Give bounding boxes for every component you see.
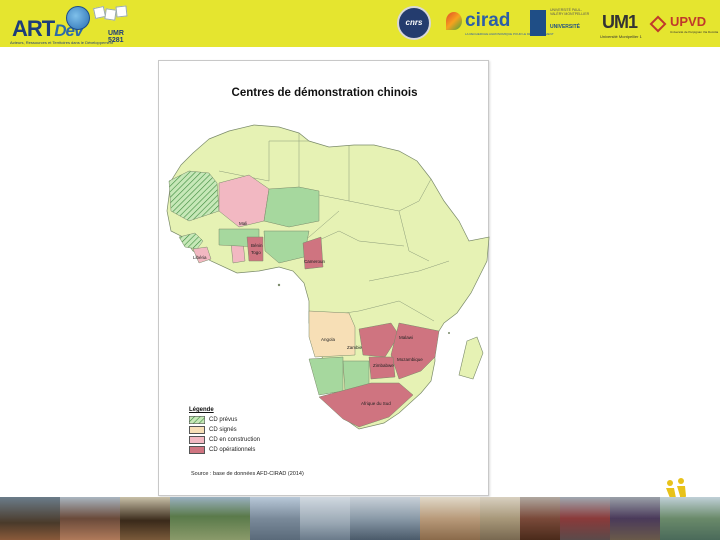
country-niger: [263, 186, 320, 228]
label-zimbabwe: Zimbabwe: [373, 363, 394, 368]
island-dot: [277, 283, 281, 287]
upvd-logo[interactable]: UPVD Université de Perpignan Via Domitia: [649, 4, 718, 44]
country-namibia-botswana-west: [308, 356, 344, 396]
legend-item-operationnels: CD opérationnels: [189, 445, 260, 455]
label-mali: Mali: [239, 221, 248, 226]
country-angola: [308, 310, 356, 358]
photo-strip: [0, 497, 720, 540]
diamond-icon: [649, 15, 667, 33]
cirad-logo[interactable]: cirad LA RECHERCHE AGRONOMIQUE POUR LE D…: [446, 4, 554, 44]
country-madagascar: [458, 336, 484, 380]
label-angola: Angola: [321, 337, 336, 342]
legend-title: Légende: [189, 407, 214, 413]
photo-goods: [420, 497, 480, 540]
photo-vendor: [610, 497, 660, 540]
photo-buildings: [350, 497, 420, 540]
label-cameroun: Cameroun: [304, 259, 326, 264]
label-malawi: Malawi: [399, 335, 414, 340]
globe-icon: [66, 6, 90, 30]
swatch-operationnels-icon: [189, 446, 205, 454]
um1-logo[interactable]: UM1 Université Montpellier 1: [600, 4, 642, 44]
country-zimbabwe: [368, 356, 396, 380]
upv-emblem-icon: [530, 10, 546, 36]
map-figure: Centres de démonstration chinois Mali Li…: [158, 60, 490, 496]
country-cameroun: [302, 236, 324, 270]
label-afrique-du-sud: Afrique du Sud: [361, 401, 391, 406]
header-banner: ARTDev UMR 5281 Acteurs, Ressources et T…: [0, 0, 720, 47]
leaf-icon: [446, 12, 462, 30]
photo-river: [660, 497, 720, 540]
country-benin-togo: [246, 236, 264, 262]
photo-market: [0, 497, 60, 540]
legend-item-signes: CD signés: [189, 425, 260, 435]
label-liberia: Libéria: [193, 255, 207, 260]
map-title: Centres de démonstration chinois: [231, 87, 418, 99]
map-legend: Légende CD prévus CD signés CD en constr…: [189, 407, 260, 455]
swatch-signes-icon: [189, 426, 205, 434]
cnrs-logo[interactable]: cnrs: [397, 6, 431, 40]
photo-portrait: [520, 497, 560, 540]
photo-landscape: [170, 497, 250, 540]
legend-item-prevus: CD prévus: [189, 415, 260, 425]
artdev-subtitle: Acteurs, Ressources et Territoires dans …: [10, 40, 114, 45]
photo-bags: [480, 497, 520, 540]
swatch-construction-icon: [189, 436, 205, 444]
label-togo: Togo: [251, 250, 261, 255]
photo-train: [560, 497, 610, 540]
legend-item-construction: CD en construction: [189, 435, 260, 445]
island-dot: [448, 332, 450, 334]
label-mozambique: Mozambique: [397, 357, 423, 362]
country-mauritania: [168, 170, 220, 222]
photo-crowd: [60, 497, 120, 540]
label-zambie: Zambie: [347, 345, 363, 350]
photo-city: [250, 497, 300, 540]
photo-woman: [120, 497, 170, 540]
hatch-swatch-icon: [189, 416, 205, 424]
photo-tiles-icon: [92, 5, 132, 28]
map-source: Source : base de données AFD-CIRAD (2014…: [191, 471, 304, 477]
label-benin: Bénin: [251, 243, 263, 248]
photo-towers: [300, 497, 350, 540]
upv-logo[interactable]: UNIVERSITÉ PAUL-VALÉRY MONTPELLIER UNIVE…: [530, 4, 592, 44]
artdev-logo[interactable]: ARTDev UMR 5281 Acteurs, Ressources et T…: [8, 2, 140, 45]
